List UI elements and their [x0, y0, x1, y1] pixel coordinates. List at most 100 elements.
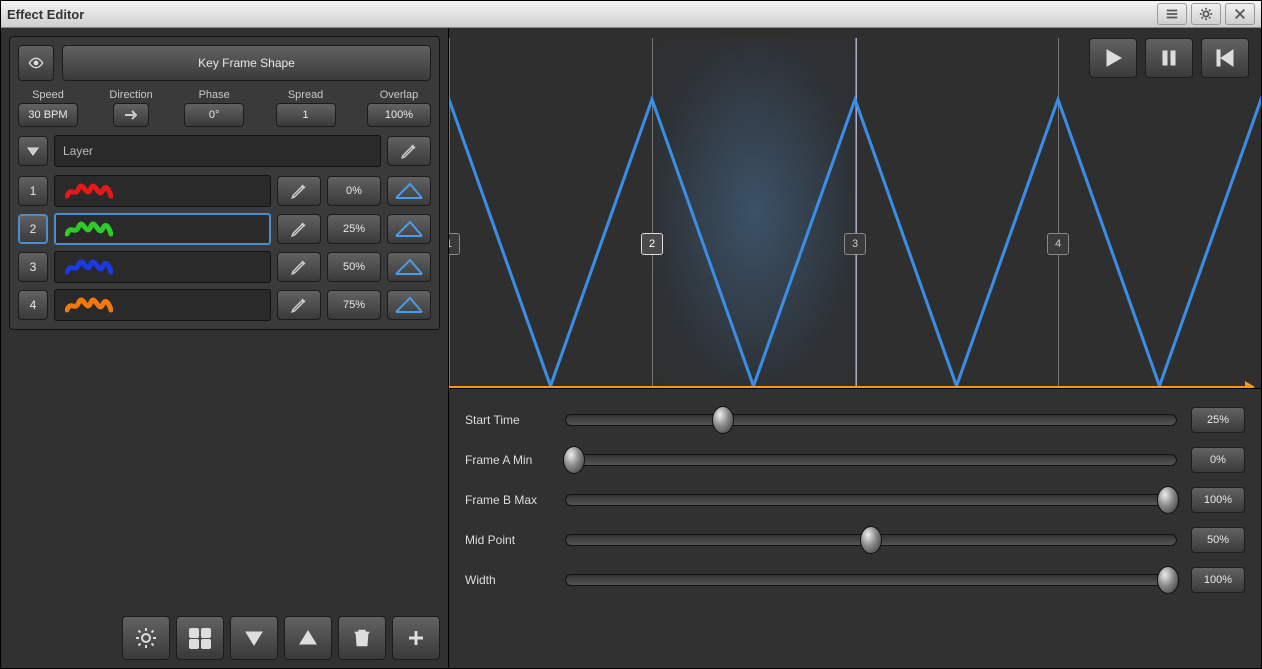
layer-row[interactable]: 4 75% [18, 289, 431, 321]
layer-row[interactable]: 1 0% [18, 175, 431, 207]
param-label-direction: Direction [109, 89, 152, 101]
param-label-phase: Phase [199, 89, 230, 101]
param-label-speed: Speed [32, 89, 64, 101]
layer-curve-button[interactable] [387, 290, 431, 320]
eye-icon [28, 55, 44, 71]
right-panel: 1 2 3 4 Start Time 25% Frame A Min 0% Frame… [449, 28, 1261, 668]
layer-color-cell[interactable] [54, 251, 271, 283]
color-swatch-icon [65, 182, 113, 200]
slider-mid-point: Mid Point 50% [465, 527, 1245, 553]
slider-frame-a-min: Frame A Min 0% [465, 447, 1245, 473]
layer-offset-button[interactable]: 0% [327, 176, 381, 206]
layer-index-button[interactable]: 3 [18, 252, 48, 282]
slider-start-time: Start Time 25% [465, 407, 1245, 433]
frame-b-max-slider[interactable] [565, 494, 1177, 506]
waveform-area[interactable]: 1 2 3 4 [449, 28, 1261, 388]
effect-editor-window: Effect Editor Key Frame Shape Speed [0, 0, 1262, 669]
spread-button[interactable]: 1 [276, 103, 336, 127]
start-time-value[interactable]: 25% [1191, 407, 1245, 433]
phase-button[interactable]: 0° [184, 103, 244, 127]
layer-index-button[interactable]: 4 [18, 290, 48, 320]
layers-list: 1 0% 2 25% 3 50% 4 75% [18, 175, 431, 321]
close-icon[interactable] [1225, 3, 1255, 25]
slider-thumb[interactable] [712, 406, 734, 434]
keyframe-shape-button[interactable]: Key Frame Shape [62, 45, 431, 81]
layer-color-cell[interactable] [54, 175, 271, 207]
timeline-marker[interactable]: 1 [449, 233, 460, 255]
add-button[interactable] [392, 616, 440, 660]
ramp-icon [394, 258, 424, 276]
delete-button[interactable] [338, 616, 386, 660]
edit-layer-row-button[interactable] [277, 214, 321, 244]
window-title: Effect Editor [7, 7, 84, 22]
mid-point-slider[interactable] [565, 534, 1177, 546]
speed-button[interactable]: 30 BPM [18, 103, 78, 127]
direction-button[interactable] [113, 103, 149, 127]
select-all-button[interactable] [176, 616, 224, 660]
edit-layer-row-button[interactable] [277, 176, 321, 206]
layer-offset-button[interactable]: 50% [327, 252, 381, 282]
layer-row[interactable]: 3 50% [18, 251, 431, 283]
collapse-layers-button[interactable] [18, 136, 48, 166]
slider-thumb[interactable] [1157, 566, 1179, 594]
brightness-button[interactable] [122, 616, 170, 660]
layer-name-field[interactable]: Layer [54, 135, 381, 167]
timeline-arrow-icon [1245, 381, 1255, 388]
left-panel: Key Frame Shape Speed 30 BPM Direction P… [1, 28, 449, 668]
move-down-button[interactable] [230, 616, 278, 660]
params-row: Speed 30 BPM Direction Phase 0° Spread 1… [18, 89, 431, 127]
effect-settings-box: Key Frame Shape Speed 30 BPM Direction P… [9, 36, 440, 330]
layer-header: Layer [18, 135, 431, 167]
color-swatch-icon [65, 296, 113, 314]
edit-layer-button[interactable] [387, 136, 431, 166]
pause-icon [1159, 48, 1179, 68]
overlap-button[interactable]: 100% [367, 103, 431, 127]
ramp-icon [394, 296, 424, 314]
layer-curve-button[interactable] [387, 176, 431, 206]
plus-icon [405, 627, 427, 649]
layer-curve-button[interactable] [387, 252, 431, 282]
pencil-icon [400, 142, 418, 160]
frame-a-min-value[interactable]: 0% [1191, 447, 1245, 473]
pencil-icon [290, 296, 308, 314]
skip-to-start-button[interactable] [1201, 38, 1249, 78]
layer-color-cell[interactable] [54, 213, 271, 245]
layer-curve-button[interactable] [387, 214, 431, 244]
slider-thumb[interactable] [1157, 486, 1179, 514]
gear-icon[interactable] [1191, 3, 1221, 25]
play-button[interactable] [1089, 38, 1137, 78]
move-up-button[interactable] [284, 616, 332, 660]
param-label-spread: Spread [288, 89, 323, 101]
frame-a-min-slider[interactable] [565, 454, 1177, 466]
layer-offset-button[interactable]: 75% [327, 290, 381, 320]
timeline-marker[interactable]: 2 [641, 233, 663, 255]
width-slider[interactable] [565, 574, 1177, 586]
layer-index-button[interactable]: 1 [18, 176, 48, 206]
sliders-panel: Start Time 25% Frame A Min 0% Frame B Ma… [449, 388, 1261, 668]
layer-color-cell[interactable] [54, 289, 271, 321]
timeline-marker[interactable]: 4 [1047, 233, 1069, 255]
trash-icon [351, 627, 373, 649]
layer-offset-button[interactable]: 25% [327, 214, 381, 244]
visibility-toggle[interactable] [18, 45, 54, 81]
frame-b-max-value[interactable]: 100% [1191, 487, 1245, 513]
width-value[interactable]: 100% [1191, 567, 1245, 593]
bottom-toolbar [9, 610, 440, 660]
start-time-slider[interactable] [565, 414, 1177, 426]
layer-row[interactable]: 2 25% [18, 213, 431, 245]
pause-button[interactable] [1145, 38, 1193, 78]
edit-layer-row-button[interactable] [277, 290, 321, 320]
slider-frame-b-max: Frame B Max 100% [465, 487, 1245, 513]
waveform-line [449, 38, 1261, 386]
color-swatch-icon [65, 220, 113, 238]
slider-thumb[interactable] [860, 526, 882, 554]
slider-width: Width 100% [465, 567, 1245, 593]
menu-icon[interactable] [1157, 3, 1187, 25]
triangle-down-icon [26, 144, 40, 158]
slider-thumb[interactable] [563, 446, 585, 474]
edit-layer-row-button[interactable] [277, 252, 321, 282]
mid-point-value[interactable]: 50% [1191, 527, 1245, 553]
timeline-marker[interactable]: 3 [844, 233, 866, 255]
layer-index-button[interactable]: 2 [18, 214, 48, 244]
checks-icon [188, 626, 212, 650]
